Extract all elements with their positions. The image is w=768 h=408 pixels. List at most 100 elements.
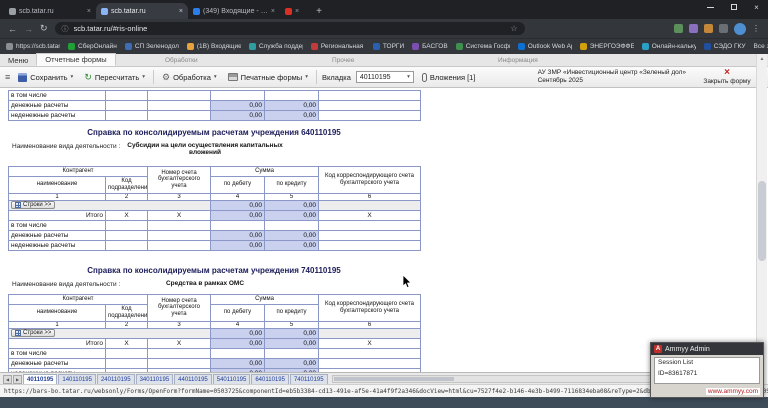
app-tab-report-forms[interactable]: Отчетные формы [36, 53, 116, 66]
sheet-tab[interactable]: 40110195 [23, 374, 58, 384]
extensions-cluster: ⋮ [674, 22, 760, 35]
credit-amount-cell[interactable]: 0,00 [263, 327, 320, 339]
chevron-down-icon: ▾ [70, 74, 74, 80]
profile-avatar[interactable] [734, 22, 746, 35]
tab-close-icon[interactable]: × [271, 8, 275, 15]
browser-tab[interactable]: (349) Входящие - Почта Mail × [188, 3, 280, 19]
attachments-button[interactable]: Вложения [1] [419, 72, 479, 83]
sheet-tab[interactable]: 740110195 [289, 374, 328, 384]
menu-icon[interactable]: ≡ [5, 72, 10, 82]
bookmark-item[interactable]: Система Госфинанс... [455, 43, 510, 50]
bookmark-item[interactable]: ТОРГИ [372, 43, 404, 50]
ammyy-site-link[interactable]: www.ammyy.com [705, 387, 760, 395]
new-tab-button[interactable]: + [310, 3, 328, 19]
credit-amount-cell[interactable]: 0,00 [264, 100, 319, 111]
browser-tab[interactable]: × [280, 3, 310, 19]
tab-close-icon[interactable]: × [295, 8, 299, 15]
bookmark-item[interactable]: СберОнлайн [68, 43, 117, 50]
bookmark-item[interactable]: (1В) Входящие - П... [186, 43, 241, 50]
bookmark-item[interactable]: https://scb.tatar.ru [6, 43, 60, 50]
scrollbar-thumb[interactable] [333, 377, 454, 381]
credit-amount-cell[interactable]: 0,00 [263, 337, 320, 349]
tab-close-icon[interactable]: × [179, 8, 183, 15]
bookmark-item[interactable]: СП Зеленодольск... [124, 43, 179, 50]
forward-icon[interactable]: → [24, 24, 33, 34]
browser-tab[interactable]: scb.tatar.ru × [4, 3, 96, 19]
x-cell: X [105, 337, 148, 349]
tab-selector-dropdown[interactable]: 40110195 ▾ [355, 71, 414, 83]
sheet-tabs-left-icon[interactable]: ◀ [3, 375, 12, 384]
extensions-puzzle-icon[interactable] [719, 24, 728, 33]
processing-button[interactable]: ⚙ Обработка ▾ [159, 72, 220, 83]
bookmark-favicon [68, 43, 75, 50]
sheet-tab[interactable]: 440110195 [174, 374, 212, 384]
save-button[interactable]: Сохранить ▾ [15, 72, 76, 83]
print-forms-button[interactable]: Печатные формы ▾ [225, 72, 311, 83]
debit-amount-cell[interactable]: 0,00 [210, 327, 265, 339]
bookmark-item[interactable]: ЭНЕРГОЭФФЕКТИВ... [579, 43, 634, 50]
cell [105, 357, 148, 369]
debit-amount-cell[interactable]: 0,00 [210, 357, 265, 369]
recalculate-button[interactable]: ↻ Пересчитать ▾ [81, 72, 148, 83]
debit-amount-cell[interactable]: 0,00 [210, 199, 265, 211]
bookmark-item[interactable]: СЭДО ГКУ [703, 43, 746, 50]
row-label: в том числе [8, 347, 106, 359]
ammyy-footer: www.ammyy.com [651, 386, 763, 396]
total-label: Итого [8, 209, 106, 221]
credit-amount-cell[interactable]: 0,00 [263, 239, 320, 251]
window-close-button[interactable]: × [745, 0, 768, 14]
debit-amount-cell[interactable]: 0,00 [210, 110, 265, 121]
bookmark-item[interactable]: Outlook Web App [517, 43, 572, 50]
rows-expander-button[interactable]: Строки >> [11, 201, 56, 209]
tab-title: scb.tatar.ru [111, 7, 146, 15]
credit-amount-cell[interactable]: 0,00 [263, 229, 320, 241]
credit-amount-cell[interactable]: 0,00 [264, 110, 319, 121]
bookmark-favicon [124, 43, 132, 50]
site-info-icon[interactable]: ⓘ [62, 24, 69, 34]
debit-amount-cell[interactable]: 0,00 [210, 229, 265, 241]
credit-amount-cell[interactable]: 0,00 [263, 357, 320, 369]
sheet-tab[interactable]: 140110195 [58, 374, 96, 384]
bookmark-star-icon[interactable]: ☆ [510, 24, 517, 33]
all-bookmarks-button[interactable]: Все закладки» [754, 43, 768, 50]
session-id[interactable]: ID=83617871 [658, 370, 756, 377]
extension-icon[interactable] [689, 24, 698, 33]
sheet-tabs-right-icon[interactable]: ▶ [13, 375, 22, 384]
extension-icon[interactable] [674, 24, 683, 33]
scrollbar-thumb[interactable] [758, 181, 766, 261]
scroll-up-icon[interactable]: ▲ [760, 54, 765, 63]
url-bar[interactable]: ⓘ scb.tatar.ru/#ris-online ☆ [54, 22, 525, 35]
sheet-tab[interactable]: 640110195 [251, 374, 289, 384]
cell [264, 90, 319, 101]
window-minimize-button[interactable] [699, 0, 722, 14]
app-tab-menu[interactable]: Меню [0, 55, 36, 66]
credit-amount-cell[interactable]: 0,00 [263, 209, 320, 221]
back-icon[interactable]: ← [8, 24, 17, 34]
bookmark-item[interactable]: Служба поддержк... [248, 43, 303, 50]
debit-amount-cell[interactable]: 0,00 [210, 239, 265, 251]
credit-amount-cell[interactable]: 0,00 [263, 199, 320, 211]
bookmark-item[interactable]: Онлайн-кальку... [641, 43, 696, 50]
close-form-button[interactable]: × Закрыть форму [691, 68, 763, 85]
reload-icon[interactable]: ↻ [40, 23, 48, 34]
debit-amount-cell[interactable]: 0,00 [210, 100, 265, 111]
ammyy-admin-window[interactable]: A Ammyy Admin Session List ID=83617871 w… [650, 342, 764, 398]
tab-close-icon[interactable]: × [87, 8, 91, 15]
debit-amount-cell[interactable]: 0,00 [210, 337, 265, 349]
rows-expander-button[interactable]: Строки >> [11, 329, 56, 337]
sheet-tab[interactable]: 340110195 [135, 374, 174, 384]
vertical-scrollbar[interactable]: ▲ ▼ [756, 54, 767, 384]
debit-amount-cell[interactable]: 0,00 [210, 209, 265, 221]
bookmark-item[interactable]: Региональная инф... [310, 43, 365, 50]
scrollbar-track[interactable] [757, 63, 767, 375]
ammyy-title-bar[interactable]: A Ammyy Admin [651, 343, 763, 355]
bookmark-item[interactable]: БАСГОВ [412, 43, 448, 50]
printer-icon [227, 73, 238, 81]
browser-tab-strip: scb.tatar.ru × scb.tatar.ru × (349) Вход… [0, 0, 768, 19]
browser-tab-active[interactable]: scb.tatar.ru × [96, 3, 188, 19]
sheet-tab[interactable]: 540110195 [212, 374, 251, 384]
window-maximize-button[interactable] [722, 0, 745, 14]
sheet-tab[interactable]: 240110195 [96, 374, 135, 384]
browser-menu-icon[interactable]: ⋮ [752, 24, 760, 33]
extension-icon[interactable] [704, 24, 713, 33]
